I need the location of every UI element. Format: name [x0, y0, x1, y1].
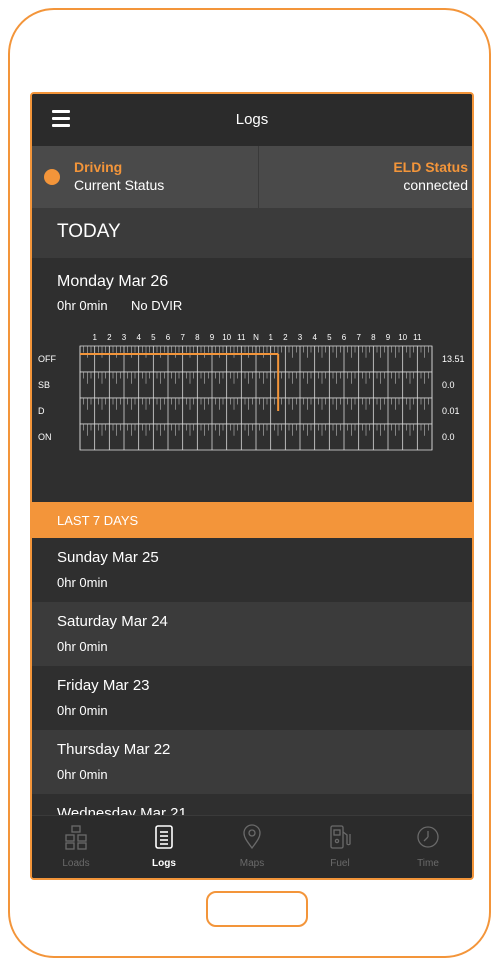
logs-icon [155, 825, 173, 849]
row-total: 0.01 [442, 406, 460, 416]
row-total: 0.0 [442, 432, 455, 442]
hour-label: 1 [268, 333, 273, 342]
hour-label: 11 [413, 333, 422, 342]
tab-label: Maps [239, 858, 265, 869]
tab-label: Fuel [330, 858, 350, 869]
status-divider [258, 146, 259, 208]
tab-label: Logs [152, 858, 176, 869]
tab-label: Loads [62, 858, 90, 869]
hour-label: N [253, 333, 259, 342]
hour-label: 5 [151, 333, 156, 342]
today-date: Monday Mar 26 [57, 273, 169, 290]
hour-label: 9 [386, 333, 391, 342]
loads-icon [65, 825, 87, 850]
hour-label: 2 [107, 333, 112, 342]
hour-label: 5 [327, 333, 332, 342]
hour-label: 8 [195, 333, 200, 342]
hour-label: 10 [222, 333, 231, 342]
today-log-card[interactable]: Monday Mar 26 0hr 0min No DVIR 123456789… [32, 258, 472, 500]
current-status-label: Current Status [74, 177, 165, 193]
hour-label: 2 [283, 333, 288, 342]
fuel-pump-icon [330, 825, 351, 849]
hour-label: 1 [92, 333, 97, 342]
hour-label: 9 [210, 333, 215, 342]
day-date: Saturday Mar 24 [57, 613, 168, 630]
today-duration: 0hr 0min [57, 298, 108, 313]
hour-label: 8 [371, 333, 376, 342]
row-total: 0.0 [442, 380, 455, 390]
tab-logs[interactable]: Logs [120, 816, 208, 878]
day-date: Sunday Mar 25 [57, 549, 159, 566]
day-duration: 0hr 0min [57, 575, 108, 590]
row-total: 13.51 [442, 354, 465, 364]
day-row[interactable]: Sunday Mar 25 0hr 0min [32, 538, 472, 602]
today-label: TODAY [57, 221, 121, 242]
row-label: SB [38, 380, 50, 390]
page-title: Logs [235, 111, 269, 128]
hour-label: 10 [398, 333, 407, 342]
day-date: Thursday Mar 22 [57, 741, 171, 758]
log-grid-svg: 1 2 3 4 5 6 7 8 9 10 11 N 1 2 3 4 5 6 7 8 9 10 11OFF 13.51SB 0.0… [38, 333, 465, 451]
tab-label: Time [417, 858, 439, 869]
clock-icon [417, 826, 439, 848]
status-bar: Driving Current Status ELD Status connec… [32, 146, 472, 208]
last-7-days-label: LAST 7 DAYS [57, 513, 139, 528]
day-duration: 0hr 0min [57, 767, 108, 782]
hour-label: 6 [166, 333, 171, 342]
row-label: OFF [38, 354, 56, 364]
hour-label: 7 [180, 333, 185, 342]
status-dot-icon [44, 169, 60, 185]
day-date: Friday Mar 23 [57, 677, 150, 694]
today-header: TODAY [32, 208, 472, 258]
eld-status-label: ELD Status [393, 159, 468, 175]
row-label: ON [38, 432, 52, 442]
hour-label: 3 [122, 333, 127, 342]
map-pin-icon [243, 824, 261, 850]
day-row[interactable]: Thursday Mar 22 0hr 0min [32, 730, 472, 794]
tab-maps[interactable]: Maps [208, 816, 296, 878]
hour-label: 7 [356, 333, 361, 342]
tab-fuel[interactable]: Fuel [296, 816, 384, 878]
home-button[interactable] [206, 891, 308, 927]
day-duration: 0hr 0min [57, 703, 108, 718]
hour-label: 6 [342, 333, 347, 342]
row-label: D [38, 406, 45, 416]
today-dvir: No DVIR [131, 298, 183, 313]
top-bar: Logs [32, 94, 472, 146]
day-duration: 0hr 0min [57, 639, 108, 654]
log-graph: 1 2 3 4 5 6 7 8 9 10 11 N 1 2 3 4 5 6 7 8 9 10 11 OFF 13.51 SB 0.0… [32, 318, 472, 488]
hour-label: 3 [298, 333, 303, 342]
eld-status-value: connected [403, 177, 468, 193]
app-screen: Logs Driving Current Status ELD Status c… [30, 92, 474, 880]
current-status-value: Driving [74, 159, 123, 175]
last-7-days-header: LAST 7 DAYS [32, 502, 472, 538]
hour-label: 4 [136, 333, 141, 342]
tab-time[interactable]: Time [384, 816, 472, 878]
day-row[interactable]: Saturday Mar 24 0hr 0min [32, 602, 472, 666]
hour-label: 11 [237, 333, 246, 342]
day-row[interactable]: Friday Mar 23 0hr 0min [32, 666, 472, 730]
tab-loads[interactable]: Loads [32, 816, 120, 878]
bottom-tab-bar: Loads Logs Maps Fuel Time [32, 815, 472, 878]
hour-label: 4 [312, 333, 317, 342]
